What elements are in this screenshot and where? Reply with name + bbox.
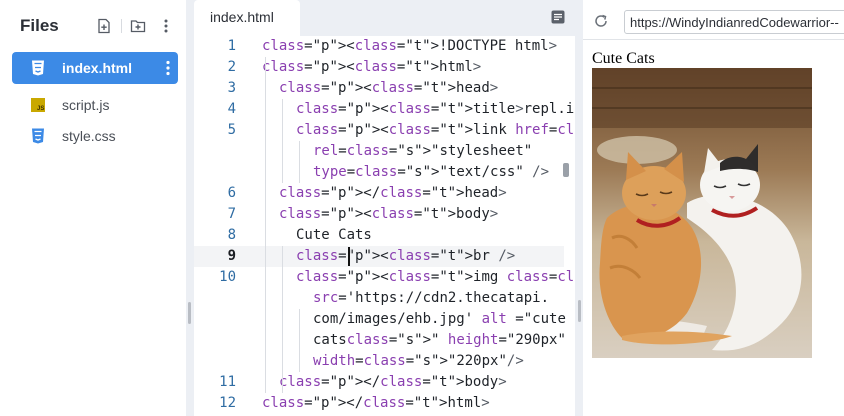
code-line[interactable]: 11 class="p"></class="t">body> <box>194 372 564 393</box>
add-folder-icon[interactable] <box>130 18 146 34</box>
code-text: class="p"></class="t">html> <box>262 395 490 411</box>
code-line[interactable]: 4class="p"><class="t">title>repl.itclass… <box>194 99 819 120</box>
file-name: index.html <box>62 60 133 76</box>
editor-panel: index.html 1 class="p"><class="t">!DOCTYP… <box>194 0 819 416</box>
file-item-index-html[interactable]: index.html <box>12 52 178 84</box>
file-name: script.js <box>62 97 110 113</box>
line-number: 11 <box>219 374 236 390</box>
code-line[interactable]: 3 class="p"><class="t">head> <box>194 78 564 99</box>
code-line[interactable]: com/images/ehb.jpg' alt ="cute <box>194 309 566 330</box>
more-options-icon[interactable] <box>158 18 174 34</box>
code-text: width=class="s">"220px"/> <box>313 353 524 369</box>
line-number: 6 <box>227 185 236 201</box>
code-text: type=class="s">"text/css" /> <box>313 164 550 180</box>
html-file-icon <box>32 60 44 76</box>
preview-panel: Cute Cats <box>583 0 844 416</box>
code-line[interactable]: 12 class="p"></class="t">html> <box>194 393 564 414</box>
code-text: com/images/ehb.jpg' alt ="cute <box>313 311 566 327</box>
svg-text:JS: JS <box>37 106 44 112</box>
code-text: class="p"></class="t">head> <box>279 185 507 201</box>
code-line[interactable]: 8 Cute Cats <box>194 225 564 246</box>
indent-guide <box>282 246 283 393</box>
js-file-icon: JS <box>31 98 45 112</box>
editor-tab-label: index.html <box>210 9 274 25</box>
files-header: Files <box>0 0 186 50</box>
line-number: 8 <box>227 227 236 243</box>
code-line[interactable]: 1 class="p"><class="t">!DOCTYPE html> <box>194 36 564 57</box>
code-line[interactable]: 2 class="p"><class="t">html> <box>194 57 564 78</box>
code-line[interactable]: 10class="p"><class="t">img class=class="… <box>194 267 726 288</box>
editor-menu-icon[interactable] <box>551 10 565 24</box>
url-input[interactable] <box>624 10 844 34</box>
line-number: 4 <box>227 101 236 117</box>
code-text: class="p"><class="t">head> <box>279 80 499 96</box>
preview-heading: Cute Cats <box>592 50 655 67</box>
indent-guide <box>299 141 300 183</box>
code-text: catsclass="s">" height="290px" <box>313 332 566 348</box>
preview-toolbar <box>583 0 844 40</box>
line-number: 7 <box>227 206 236 222</box>
editor-tab-index-html[interactable]: index.html <box>194 0 300 36</box>
code-text: class="p"><class="t">!DOCTYPE html> <box>262 38 558 54</box>
file-options-icon[interactable] <box>166 60 170 76</box>
file-name: style.css <box>62 128 116 144</box>
code-line[interactable]: 5class="p"><class="t">link href=class="s… <box>194 120 735 141</box>
add-file-icon[interactable] <box>96 18 112 34</box>
header-divider <box>121 19 122 33</box>
code-line[interactable]: 7 class="p"><class="t">body> <box>194 204 564 225</box>
indent-guide <box>282 99 283 183</box>
line-number: 10 <box>219 269 236 285</box>
code-text: class="p"><class="t">body> <box>279 206 499 222</box>
line-number: 9 <box>227 248 236 264</box>
code-text: class="p"><class="t">html> <box>262 59 482 75</box>
code-text: src='https://cdn2.thecatapi. <box>313 290 550 306</box>
code-text: class="p"></class="t">body> <box>279 374 507 390</box>
code-text: Cute Cats <box>296 227 372 243</box>
text-cursor <box>348 247 350 266</box>
refresh-icon[interactable] <box>593 13 609 29</box>
code-editor[interactable]: 1 class="p"><class="t">!DOCTYPE html> 2 cla… <box>194 36 819 416</box>
code-line[interactable]: width=class="s">"220px"/> <box>194 351 564 372</box>
preview-content: Cute Cats <box>583 40 844 416</box>
line-number: 5 <box>227 122 236 138</box>
code-line[interactable]: 9 class="p"><class="t">br /> <box>194 246 564 267</box>
line-number: 12 <box>219 395 236 411</box>
editor-scrollbar[interactable] <box>563 163 569 177</box>
indent-guide <box>299 309 300 372</box>
css-file-icon <box>32 128 44 144</box>
code-line[interactable]: rel=class="s">"stylesheet" <box>194 141 564 162</box>
left-pane-splitter[interactable] <box>186 0 194 416</box>
code-text: class="p"><class="t">br /> <box>296 248 516 264</box>
file-item-style-css[interactable]: style.css <box>12 120 178 152</box>
editor-tab-bar: index.html <box>194 0 575 36</box>
code-line[interactable]: 6 class="p"></class="t">head> <box>194 183 564 204</box>
code-line[interactable]: catsclass="s">" height="290px" <box>194 330 566 351</box>
file-item-script-js[interactable]: JS script.js <box>12 89 178 121</box>
code-line[interactable]: type=class="s">"text/css" /> <box>194 162 564 183</box>
splitter-grip[interactable] <box>188 302 191 324</box>
code-text: rel=class="s">"stylesheet" <box>313 143 533 159</box>
indent-guide <box>265 57 266 393</box>
line-number: 3 <box>227 80 236 96</box>
splitter-grip[interactable] <box>578 300 581 322</box>
files-title: Files <box>20 16 59 35</box>
line-number: 2 <box>227 59 236 75</box>
right-pane-splitter[interactable] <box>575 0 583 416</box>
code-line[interactable]: src='https://cdn2.thecatapi. <box>194 288 564 309</box>
files-panel: Files index.html JS script.js style.css <box>0 0 186 416</box>
line-number: 1 <box>227 38 236 54</box>
cat-photo <box>592 68 812 358</box>
